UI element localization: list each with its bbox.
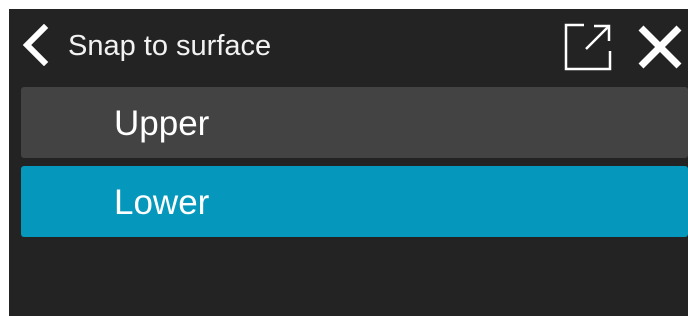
option-lower[interactable]: Lower	[21, 166, 688, 237]
back-button[interactable]	[17, 23, 53, 71]
chevron-left-icon	[20, 23, 50, 71]
popout-button[interactable]	[561, 22, 615, 76]
close-icon	[637, 24, 683, 75]
option-label: Upper	[114, 104, 210, 143]
close-button[interactable]	[633, 22, 687, 76]
panel-header: Snap to surface	[9, 9, 688, 81]
panel-title: Snap to surface	[68, 30, 272, 62]
snap-to-surface-panel: Snap to surface Upper Lower	[9, 9, 688, 316]
external-link-icon	[562, 21, 614, 78]
surface-option-list: Upper Lower	[21, 87, 688, 245]
option-label: Lower	[114, 183, 210, 222]
option-upper[interactable]: Upper	[21, 87, 688, 158]
